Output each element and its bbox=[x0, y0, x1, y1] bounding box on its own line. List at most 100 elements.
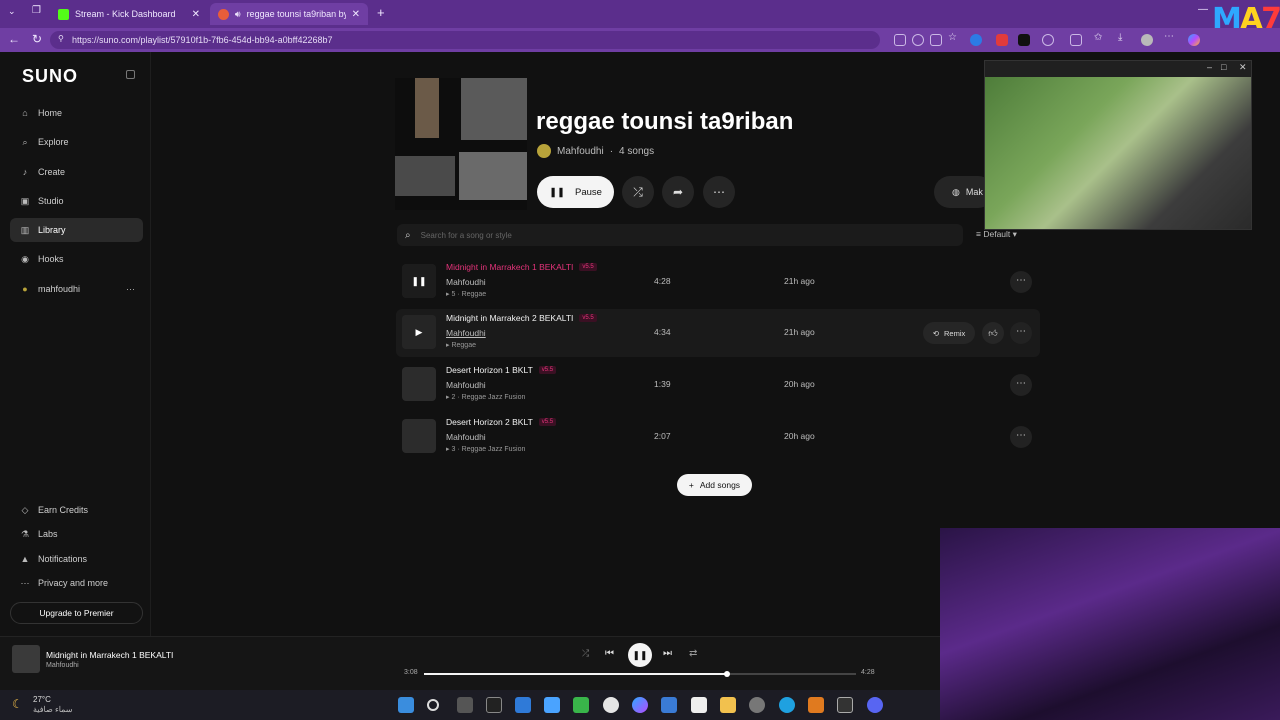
song-row[interactable]: ❚❚ Midnight in Marrakech 1 BEKALTI v5.5 … bbox=[396, 258, 1040, 306]
minimize-icon[interactable]: – bbox=[1207, 62, 1212, 72]
now-playing-thumbnail[interactable] bbox=[12, 645, 40, 673]
progress-slider[interactable] bbox=[424, 671, 856, 677]
zoom-icon[interactable] bbox=[912, 34, 924, 46]
tab-list-icon[interactable]: ⌄ bbox=[8, 6, 16, 17]
like-button[interactable]: 👍︎ bbox=[982, 322, 1004, 344]
reader-icon[interactable] bbox=[930, 34, 942, 46]
song-thumbnail[interactable]: ❚❚ bbox=[402, 264, 436, 298]
app-icon[interactable] bbox=[603, 697, 619, 713]
back-icon[interactable]: ← bbox=[8, 32, 20, 46]
url-field[interactable]: ⚲ https://suno.com/playlist/57910f1b-7fb… bbox=[50, 31, 880, 49]
add-songs-button[interactable]: + Add songs bbox=[677, 474, 752, 496]
previous-icon[interactable]: ⏮︎ bbox=[605, 648, 614, 659]
share-button[interactable]: ➦ bbox=[662, 176, 694, 208]
weather-condition[interactable]: سماء صافية bbox=[33, 705, 73, 714]
collapse-sidebar-icon[interactable] bbox=[126, 70, 135, 79]
sort-dropdown[interactable]: ≡ Default ▾ bbox=[976, 229, 1017, 240]
song-artist[interactable]: Mahfoudhi bbox=[446, 277, 486, 287]
sidebar-item-explore[interactable]: ⌕ Explore bbox=[10, 130, 143, 154]
sidebar-item-hooks[interactable]: ◉ Hooks bbox=[10, 247, 143, 271]
sidebar-item-create[interactable]: ♪ Create bbox=[10, 160, 143, 184]
copilot-icon[interactable] bbox=[632, 697, 648, 713]
song-row[interactable]: ▶ Midnight in Marrakech 2 BEKALTI v5.5 M… bbox=[396, 309, 1040, 357]
sidebar-item-earn-credits[interactable]: ◇ Earn Credits bbox=[10, 498, 143, 522]
tab-kick-dashboard[interactable]: Stream - Kick Dashboard ✕ bbox=[50, 3, 208, 25]
maximize-icon[interactable]: □ bbox=[1221, 62, 1226, 72]
sidebar-item-home[interactable]: ⌂ Home bbox=[10, 101, 143, 125]
song-artist[interactable]: Mahfoudhi bbox=[446, 380, 486, 390]
remix-button[interactable]: ⟲ Remix bbox=[923, 322, 975, 344]
song-title[interactable]: Midnight in Marrakech 1 BEKALTI v5.5 bbox=[446, 262, 597, 272]
song-row[interactable]: Desert Horizon 2 BKLT v5.5 Mahfoudhi ▸ 3… bbox=[396, 413, 1040, 461]
app-icon[interactable] bbox=[544, 697, 560, 713]
song-title[interactable]: Desert Horizon 2 BKLT v5.5 bbox=[446, 417, 557, 427]
new-tab-icon[interactable]: + bbox=[377, 5, 385, 20]
progress-knob[interactable] bbox=[723, 671, 730, 677]
tab-suno-playlist[interactable]: 🔊︎ reggae tounsi ta9riban by @m ✕ bbox=[210, 3, 368, 25]
close-tab-icon[interactable]: ✕ bbox=[352, 9, 360, 20]
favorite-icon[interactable]: ☆ bbox=[948, 32, 960, 44]
artist-avatar[interactable] bbox=[537, 144, 551, 158]
weather-temp[interactable]: 27°C bbox=[33, 695, 51, 704]
favorites-icon[interactable]: ✩ bbox=[1094, 32, 1106, 44]
song-more-button[interactable]: ⋯ bbox=[1010, 426, 1032, 448]
sidebar-item-labs[interactable]: ⚗ Labs bbox=[10, 522, 143, 546]
player-pause-button[interactable]: ❚❚ bbox=[628, 643, 652, 667]
song-artist[interactable]: Mahfoudhi bbox=[446, 328, 486, 338]
playlist-artist-link[interactable]: Mahfoudhi bbox=[557, 146, 604, 157]
song-artist[interactable]: Mahfoudhi bbox=[446, 432, 486, 442]
more-icon[interactable]: ⋯ bbox=[126, 284, 135, 295]
obs-icon[interactable] bbox=[486, 697, 502, 713]
task-view-icon[interactable] bbox=[457, 697, 473, 713]
more-options-button[interactable]: ⋯ bbox=[703, 176, 735, 208]
app-icon[interactable] bbox=[515, 697, 531, 713]
song-row[interactable]: Desert Horizon 1 BKLT v5.5 Mahfoudhi ▸ 2… bbox=[396, 361, 1040, 409]
sidebar-item-privacy[interactable]: ⋯ Privacy and more bbox=[10, 571, 143, 595]
repeat-icon[interactable]: ⇄ bbox=[689, 648, 697, 659]
site-info-icon[interactable]: ⚲ bbox=[58, 34, 64, 43]
app-icon[interactable] bbox=[661, 697, 677, 713]
sidebar-item-library[interactable]: ▥ Library bbox=[10, 218, 143, 242]
app-icon[interactable] bbox=[808, 697, 824, 713]
minimize-icon[interactable]: — bbox=[1198, 4, 1208, 15]
extension-3-icon[interactable] bbox=[1018, 34, 1030, 46]
file-explorer-icon[interactable] bbox=[720, 697, 736, 713]
close-icon[interactable]: ✕ bbox=[1239, 62, 1247, 73]
app-icon[interactable] bbox=[691, 697, 707, 713]
song-thumbnail[interactable] bbox=[402, 419, 436, 453]
weather-icon[interactable]: ☾ bbox=[12, 697, 23, 711]
shuffle-icon[interactable]: ⤮ bbox=[582, 648, 589, 659]
extension-1-icon[interactable] bbox=[970, 34, 982, 46]
refresh-icon[interactable]: ↻ bbox=[32, 32, 42, 46]
start-icon[interactable] bbox=[398, 697, 414, 713]
now-playing-artist[interactable]: Mahfoudhi bbox=[46, 662, 79, 669]
sidebar-item-studio[interactable]: ▣ Studio bbox=[10, 189, 143, 213]
sidebar-item-profile[interactable]: ● mahfoudhi ⋯ bbox=[10, 277, 143, 301]
upgrade-button[interactable]: Upgrade to Premier bbox=[10, 602, 143, 624]
edge-icon[interactable] bbox=[779, 697, 795, 713]
song-title[interactable]: Desert Horizon 1 BKLT v5.5 bbox=[446, 365, 557, 375]
shuffle-button[interactable]: ⤮ bbox=[622, 176, 654, 208]
workspaces-icon[interactable]: ❐ bbox=[32, 5, 41, 16]
browser-menu-icon[interactable]: ⋯ bbox=[1164, 31, 1176, 43]
extension-4-icon[interactable] bbox=[1042, 34, 1054, 46]
sidebar-item-notifications[interactable]: ▲ Notifications bbox=[10, 547, 143, 571]
app-icon[interactable] bbox=[573, 697, 589, 713]
downloads-icon[interactable]: ⤓ bbox=[1118, 32, 1130, 44]
song-thumbnail[interactable]: ▶ bbox=[402, 315, 436, 349]
split-screen-icon[interactable] bbox=[1070, 34, 1082, 46]
copilot-icon[interactable] bbox=[1188, 34, 1200, 46]
song-thumbnail[interactable] bbox=[402, 367, 436, 401]
speaker-icon[interactable]: 🔊︎ bbox=[235, 9, 241, 20]
discord-icon[interactable] bbox=[867, 697, 883, 713]
song-more-button[interactable]: ⋯ bbox=[1010, 271, 1032, 293]
extension-2-icon[interactable] bbox=[996, 34, 1008, 46]
settings-icon[interactable] bbox=[749, 697, 765, 713]
terminal-icon[interactable] bbox=[837, 697, 853, 713]
search-icon[interactable] bbox=[427, 699, 439, 711]
pause-button[interactable]: ❚❚ Pause bbox=[537, 176, 614, 208]
profile-avatar-icon[interactable] bbox=[1141, 34, 1153, 46]
now-playing-title[interactable]: Midnight in Marrakech 1 BEKALTI bbox=[46, 650, 173, 660]
close-tab-icon[interactable]: ✕ bbox=[192, 9, 200, 20]
next-icon[interactable]: ⏭︎ bbox=[663, 648, 672, 659]
